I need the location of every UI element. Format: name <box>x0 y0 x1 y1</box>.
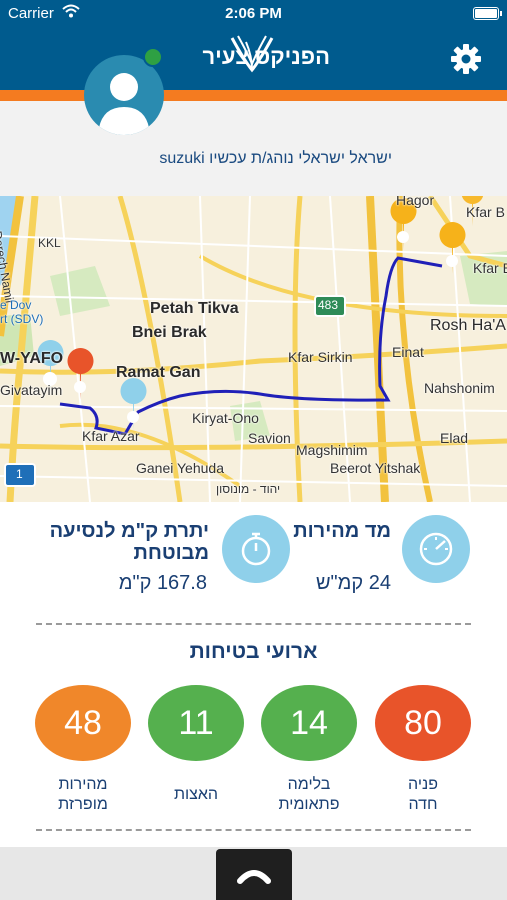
divider <box>36 623 471 625</box>
logo-text: הפניקס צעיר <box>202 44 331 69</box>
map-label: rt (SDV) <box>0 312 44 326</box>
app-logo: הפניקס צעיר <box>180 34 330 78</box>
divider <box>36 829 471 831</box>
expand-button[interactable] <box>216 849 292 900</box>
speed-title: מד מהירות <box>293 520 391 542</box>
profile-area <box>0 101 507 196</box>
settings-button[interactable] <box>449 42 483 76</box>
stopwatch-icon <box>222 515 290 583</box>
map-label: W-YAFO <box>0 350 64 367</box>
map-label: Ramat Gan <box>116 364 201 381</box>
map-label: Savion <box>248 430 291 446</box>
speed-value: 24 קמ"ש <box>315 572 391 594</box>
battery-icon <box>473 7 502 20</box>
user-icon <box>98 73 150 135</box>
map-label: Beerot Yitshak <box>330 460 421 476</box>
online-status-dot <box>143 47 163 67</box>
event-count: 48 <box>35 685 131 761</box>
avatar[interactable] <box>84 55 164 135</box>
highway-shield-label: 1 <box>16 467 23 481</box>
map-label: KKL <box>38 236 61 250</box>
gear-icon <box>451 44 481 74</box>
event-speeding[interactable]: 48 מהירות מופרזת <box>35 685 131 815</box>
map-label: Magshimim <box>296 442 368 458</box>
map-label: Kiryat-Ono <box>192 410 259 426</box>
event-hard-brake[interactable]: 14 בלימה פתאומית <box>261 685 357 815</box>
map-label: Petah Tikva <box>150 300 239 317</box>
event-sharp-turn[interactable]: 80 פניה חדה <box>375 685 471 815</box>
map-graphic <box>0 196 507 502</box>
event-label: האצות <box>173 786 219 803</box>
map-label: Kfar Sirkin <box>288 349 353 365</box>
route-map[interactable]: Petah Tikva Bnei Brak Ramat Gan Kfar Sir… <box>0 196 507 502</box>
map-label: Givatayim <box>0 382 63 398</box>
map-label: יהוד - מונוסון <box>216 482 281 496</box>
map-label: Einat <box>392 344 424 360</box>
km-value: 167.8 ק"מ <box>118 572 207 594</box>
chevron-up-icon <box>237 869 271 884</box>
bottom-bar <box>0 847 507 900</box>
speedometer-icon <box>402 515 470 583</box>
map-label: Elad <box>440 430 469 446</box>
event-label: פניה חדה <box>408 776 438 813</box>
event-label: מהירות מופרזת <box>58 776 108 813</box>
map-label: Bnei Brak <box>132 324 207 341</box>
event-label: בלימה פתאומית <box>278 776 340 813</box>
event-count: 80 <box>375 685 471 761</box>
event-count: 14 <box>261 685 357 761</box>
map-label: Hagor <box>396 196 435 208</box>
map-label: e Dov <box>0 298 32 312</box>
map-label: Kfar B <box>466 204 505 220</box>
status-time: 2:06 PM <box>225 5 282 22</box>
event-count: 11 <box>148 685 244 761</box>
event-acceleration[interactable]: 11 האצות <box>148 685 244 805</box>
map-label: Kfar Ba <box>473 260 507 276</box>
map-label: Rosh Ha'A <box>430 317 506 334</box>
km-title: יתרת ק"מ לנסיעה מבוטחת <box>49 520 209 564</box>
map-label: Ganei Yehuda <box>136 460 224 476</box>
driver-status-line: ישראל ישראלי נוהג/ת עכשיו suzuki <box>159 150 392 167</box>
status-bar: Carrier 2:06 PM <box>0 0 507 28</box>
highway-shield-label: 483 <box>318 298 339 312</box>
map-label: Nahshonim <box>424 380 495 396</box>
header-accent-strip <box>0 90 507 101</box>
safety-events-title: ארועי בטיחות <box>189 640 318 663</box>
map-label: Kfar Azar <box>82 428 140 444</box>
